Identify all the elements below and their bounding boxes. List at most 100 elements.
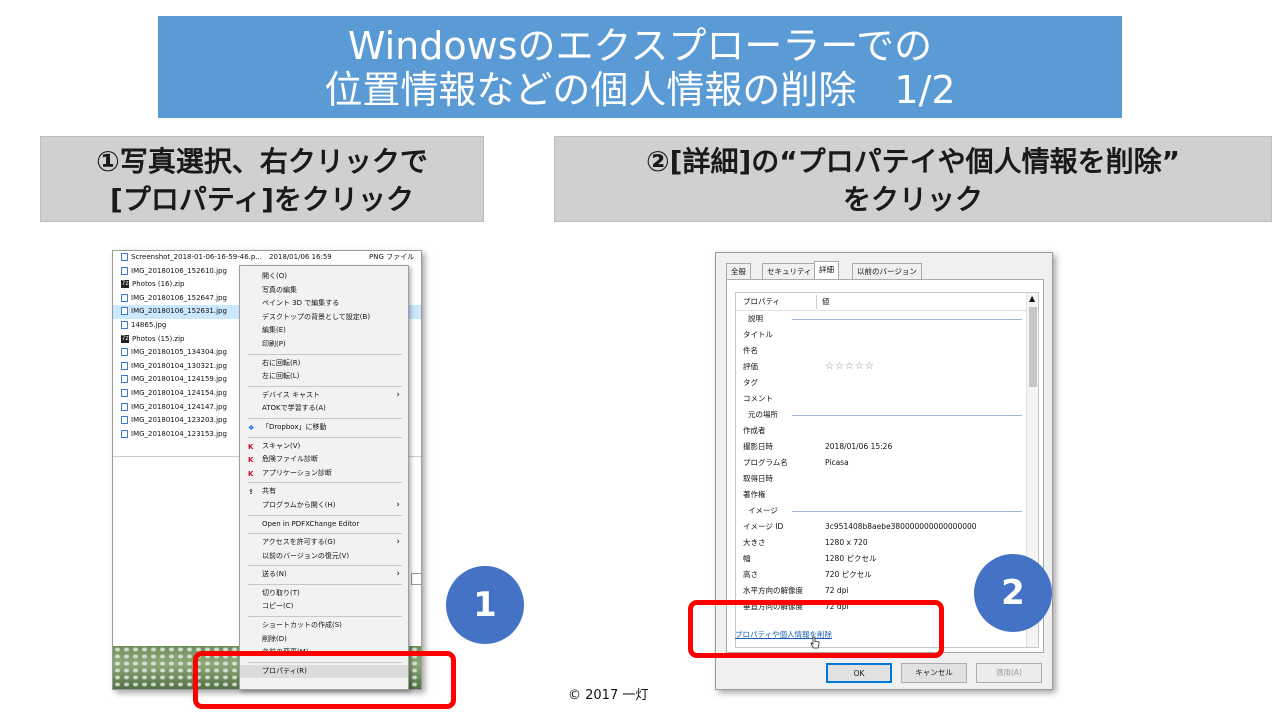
menu-item[interactable]: ATOKで学習する(A) <box>240 402 408 416</box>
menu-item-label: Open in PDFXChange Editor <box>262 519 360 528</box>
property-value: 720 ピクセル <box>825 570 872 579</box>
property-row[interactable]: 大きさ 1280 x 720 <box>736 535 1038 551</box>
menu-item-label: デバイス キャスト <box>262 390 321 399</box>
property-section-header: イメージ <box>736 503 1038 519</box>
image-file-icon <box>121 375 128 384</box>
property-value: Picasa <box>825 458 849 467</box>
image-file-icon <box>121 348 128 357</box>
menu-item[interactable]: K スキャン(V) <box>240 440 408 454</box>
menu-item-label: アクセスを許可する(G) <box>262 538 336 547</box>
property-row[interactable]: 著作権 <box>736 487 1038 503</box>
menu-item[interactable]: デスクトップの背景として設定(B) <box>240 311 408 325</box>
property-row[interactable]: 件名 <box>736 343 1038 359</box>
property-row[interactable]: タイトル <box>736 327 1038 343</box>
property-row[interactable]: 評価 ☆☆☆☆☆ <box>736 359 1038 375</box>
property-row[interactable]: 撮影日時 2018/01/06 15:26 <box>736 439 1038 455</box>
menu-item-label: 開く(O) <box>262 272 287 280</box>
apply-button[interactable]: 適用(A) <box>976 663 1042 683</box>
property-name: 作成者 <box>743 426 766 435</box>
menu-item[interactable]: ⇪ 共有 <box>240 485 408 499</box>
menu-item[interactable]: 写真の編集 <box>240 284 408 298</box>
property-section-header: 元の場所 <box>736 407 1038 423</box>
menu-item[interactable]: ショートカットの作成(S) <box>240 619 408 633</box>
property-row[interactable]: イメージ ID 3c951408b8aebe380000000000000000 <box>736 519 1038 535</box>
property-row[interactable]: プログラム名 Picasa <box>736 455 1038 471</box>
menu-item-label: 削除(D) <box>262 634 287 643</box>
menu-item[interactable]: プログラムから開く(H) › <box>240 499 408 513</box>
zip-file-icon: 7z <box>121 280 129 289</box>
chevron-right-icon: › <box>396 569 400 580</box>
menu-item-label: プログラムから開く(H) <box>262 500 336 509</box>
menu-item[interactable]: 編集(E) <box>240 324 408 338</box>
menu-item[interactable]: K 危険ファイル診断 <box>240 453 408 467</box>
menu-item[interactable]: コピー(C) <box>240 600 408 614</box>
tab-1[interactable]: 全般 <box>726 263 751 279</box>
property-row[interactable]: コメント <box>736 391 1038 407</box>
menu-item-label: コピー(C) <box>262 602 294 611</box>
property-row[interactable]: 取得日時 <box>736 471 1038 487</box>
menu-item-label: アプリケーション診断 <box>262 468 332 477</box>
menu-item-label: 共有 <box>262 487 276 496</box>
menu-item[interactable]: アクセスを許可する(G) › <box>240 536 408 550</box>
menu-item-label: 「Dropbox」に移動 <box>262 422 327 431</box>
grid-header: プロパティ 値 <box>736 293 1038 311</box>
scroll-up-icon[interactable]: ▲ <box>1029 294 1035 303</box>
file-name: IMG_20180105_134304.jpg <box>131 348 227 357</box>
property-name: タイトル <box>743 330 773 339</box>
property-name: 高さ <box>743 570 758 579</box>
property-row[interactable]: タグ <box>736 375 1038 391</box>
highlight-remove-link <box>688 600 944 658</box>
slide-title-line2: 位置情報などの個人情報の削除 1/2 <box>324 68 956 112</box>
menu-separator <box>248 616 402 618</box>
menu-item[interactable]: K アプリケーション診断 <box>240 467 408 481</box>
file-row[interactable]: Screenshot_2018-01-06-16-59-46.p... 2018/… <box>113 251 421 265</box>
image-file-icon <box>121 429 128 438</box>
column-divider <box>816 295 817 309</box>
property-name: 取得日時 <box>743 474 773 483</box>
menu-item[interactable]: Open in PDFXChange Editor <box>240 518 408 532</box>
step1-caption: ①写真選択、右クリックで [プロパティ]をクリック <box>40 136 484 222</box>
menu-item[interactable]: ペイント 3D で編集する <box>240 297 408 311</box>
file-name: Photos (16).zip <box>132 280 185 289</box>
menu-item[interactable]: 開く(O) <box>240 270 408 284</box>
menu-item[interactable]: 送る(N) › <box>240 568 408 582</box>
property-name: 大きさ <box>743 538 766 547</box>
menu-item[interactable]: 印刷(P) <box>240 338 408 352</box>
context-menu: 開く(O) 写真の編集ペイント 3D で編集するデスクトップの背景として設定(B)… <box>239 265 409 690</box>
property-name: 幅 <box>743 554 751 563</box>
menu-item-label: 印刷(P) <box>262 339 286 348</box>
menu-item[interactable]: 切り取り(T) <box>240 587 408 601</box>
cancel-button[interactable]: キャンセル <box>901 663 967 683</box>
ok-button[interactable]: OK <box>826 663 892 683</box>
column-header-value[interactable]: 値 <box>822 293 830 311</box>
column-header-property[interactable]: プロパティ <box>743 293 780 311</box>
rating-stars[interactable]: ☆☆☆☆☆ <box>825 359 875 375</box>
tab-2[interactable]: セキュリティ <box>762 263 817 279</box>
property-name: 著作権 <box>743 490 766 499</box>
chevron-right-icon: › <box>396 537 400 548</box>
image-file-icon <box>121 320 128 329</box>
property-section-header: 説明 <box>736 311 1038 327</box>
menu-item-label: 写真の編集 <box>262 285 297 294</box>
menu-item[interactable]: 左に回転(L) <box>240 370 408 384</box>
menu-item[interactable]: デバイス キャスト › <box>240 389 408 403</box>
property-name: 撮影日時 <box>743 442 773 451</box>
property-value: 1280 x 720 <box>825 538 868 547</box>
image-file-icon <box>121 266 128 275</box>
menu-item-label: ペイント 3D で編集する <box>262 299 340 308</box>
kaspersky-icon: K <box>248 456 254 465</box>
tab-4[interactable]: 以前のバージョン <box>852 263 922 279</box>
image-file-icon <box>121 307 128 316</box>
menu-item[interactable]: 以前のバージョンの復元(V) <box>240 550 408 564</box>
kaspersky-icon: K <box>248 469 254 478</box>
property-name: コメント <box>743 394 773 403</box>
menu-item[interactable]: ❖ 「Dropbox」に移動 <box>240 421 408 435</box>
menu-item[interactable]: 削除(D) <box>240 633 408 647</box>
tab-3[interactable]: 詳細 <box>814 261 839 280</box>
step2-line2: をクリック <box>842 183 983 216</box>
scroll-thumb[interactable] <box>1029 307 1037 387</box>
menu-item[interactable]: 右に回転(R) <box>240 357 408 371</box>
property-row[interactable]: 作成者 <box>736 423 1038 439</box>
file-name: IMG_20180104_124154.jpg <box>131 388 227 397</box>
file-type: PNG ファイル <box>369 253 415 261</box>
